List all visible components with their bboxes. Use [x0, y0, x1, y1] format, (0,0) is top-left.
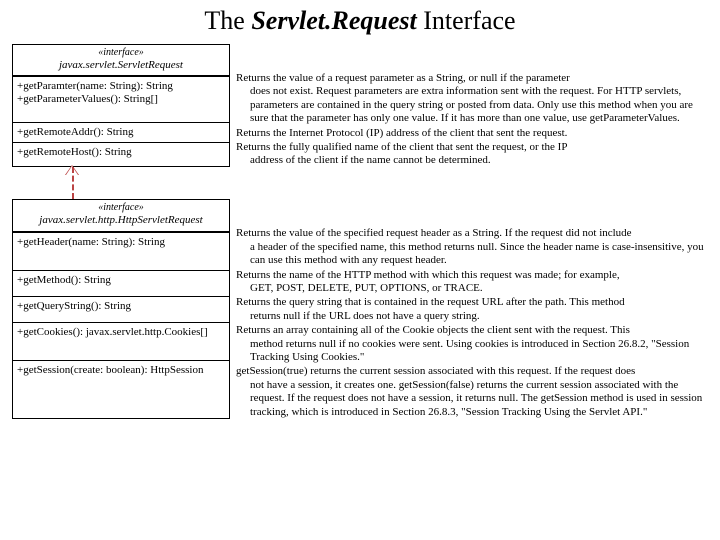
- desc-getRemoteAddr: Returns the Internet Protocol (IP) addre…: [236, 127, 708, 140]
- d8b: not have a session, it creates one. getS…: [236, 379, 708, 419]
- page-title: The Servlet.Request Interface: [12, 6, 708, 36]
- title-italic: Servlet.Request: [251, 6, 416, 35]
- uml1-m4: +getRemoteHost(): String: [13, 142, 229, 166]
- uml1-name: javax.servlet.ServletRequest: [15, 59, 227, 72]
- d4a: Returns the value of the specified reque…: [236, 227, 632, 239]
- d1a: Returns the value of a request parameter…: [236, 72, 570, 84]
- right-spacer-top: [236, 44, 708, 72]
- uml-servlet-request: «interface» javax.servlet.ServletRequest…: [12, 44, 230, 167]
- d7b: method returns null if no cookies were s…: [236, 338, 708, 365]
- arrow-line: [72, 167, 74, 199]
- uml1-head: «interface» javax.servlet.ServletRequest: [13, 45, 229, 76]
- uml2-m3: +getQueryString(): String: [13, 296, 229, 322]
- d6b: returns null if the URL does not have a …: [236, 310, 708, 323]
- d4b: a header of the specified name, this met…: [236, 241, 708, 268]
- desc-getRemoteHost: Returns the fully qualified name of the …: [236, 141, 708, 168]
- realization-arrow: [12, 167, 230, 199]
- d5a: Returns the name of the HTTP method with…: [236, 269, 620, 281]
- d3b: address of the client if the name cannot…: [236, 154, 708, 167]
- desc-getMethod: Returns the name of the HTTP method with…: [236, 269, 708, 296]
- uml1-m1m2: +getParamter(name: String): String +getP…: [13, 76, 229, 122]
- right-spacer-uml2: [236, 199, 708, 227]
- uml1-m1: +getParamter(name: String): String: [17, 80, 225, 93]
- desc-getParameter: Returns the value of a request parameter…: [236, 72, 708, 126]
- uml2-m2: +getMethod(): String: [13, 270, 229, 296]
- desc-getHeader: Returns the value of the specified reque…: [236, 227, 708, 267]
- uml2-name: javax.servlet.http.HttpServletRequest: [15, 214, 227, 227]
- content: «interface» javax.servlet.ServletRequest…: [12, 44, 708, 420]
- d2: Returns the Internet Protocol (IP) addre…: [236, 127, 567, 139]
- uml2-head: «interface» javax.servlet.http.HttpServl…: [13, 200, 229, 231]
- desc-getCookies: Returns an array containing all of the C…: [236, 324, 708, 364]
- desc-getQueryString: Returns the query string that is contain…: [236, 296, 708, 323]
- d1b: does not exist. Request parameters are e…: [236, 85, 708, 125]
- d8a: getSession(true) returns the current ses…: [236, 365, 635, 377]
- uml2-m1: +getHeader(name: String): String: [13, 232, 229, 270]
- d5b: GET, POST, DELETE, PUT, OPTIONS, or TRAC…: [236, 282, 708, 295]
- d6a: Returns the query string that is contain…: [236, 296, 625, 308]
- desc-getSession: getSession(true) returns the current ses…: [236, 365, 708, 419]
- d7a: Returns an array containing all of the C…: [236, 324, 630, 336]
- uml2-m5: +getSession(create: boolean): HttpSessio…: [13, 360, 229, 418]
- title-pre: The: [204, 6, 251, 35]
- uml-http-servlet-request: «interface» javax.servlet.http.HttpServl…: [12, 199, 230, 418]
- uml2-stereo: «interface»: [15, 202, 227, 214]
- uml1-stereo: «interface»: [15, 47, 227, 59]
- uml1-m3: +getRemoteAddr(): String: [13, 122, 229, 142]
- uml1-m2: +getParameterValues(): String[]: [17, 93, 225, 106]
- d3a: Returns the fully qualified name of the …: [236, 141, 567, 153]
- uml2-m4: +getCookies(): javax.servlet.http.Cookie…: [13, 322, 229, 360]
- title-post: Interface: [417, 6, 516, 35]
